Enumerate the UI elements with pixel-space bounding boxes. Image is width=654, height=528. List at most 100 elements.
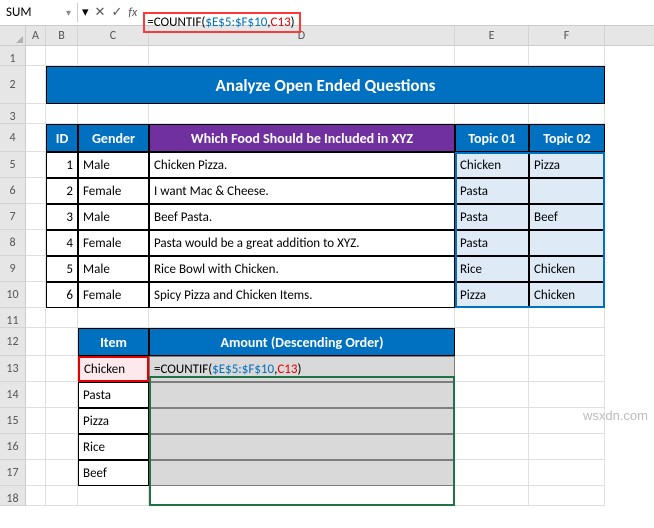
cell[interactable] xyxy=(455,46,529,66)
row-header[interactable]: 4 xyxy=(0,124,26,152)
cell[interactable] xyxy=(26,204,46,230)
cell-item[interactable]: Beef xyxy=(78,460,149,486)
chevron-down-icon[interactable]: ▾ xyxy=(66,6,71,19)
row-header[interactable]: 1 xyxy=(0,46,26,66)
cell-question[interactable]: Chicken Pizza. xyxy=(149,152,455,178)
cell-topic1[interactable]: Pasta xyxy=(455,178,529,204)
cell-id[interactable]: 3 xyxy=(46,204,78,230)
cell[interactable] xyxy=(46,328,78,356)
cell-question[interactable]: Spicy Pizza and Chicken Items. xyxy=(149,282,455,308)
cell-d13-formula[interactable]: =COUNTIF($E$5:$F$10,C13) xyxy=(149,356,455,382)
cell[interactable] xyxy=(455,382,529,408)
cell[interactable] xyxy=(26,104,46,124)
accept-icon[interactable]: ✓ xyxy=(111,5,122,20)
cell[interactable] xyxy=(46,486,78,506)
cell[interactable] xyxy=(26,460,46,486)
cell-topic1[interactable]: Pasta xyxy=(455,204,529,230)
cell[interactable] xyxy=(46,308,78,328)
cell-topic2[interactable]: Chicken xyxy=(529,282,605,308)
cell-topic2[interactable]: Pizza xyxy=(529,152,605,178)
cell[interactable] xyxy=(26,66,46,104)
header-topic2[interactable]: Topic 02 xyxy=(529,124,605,152)
formula-input[interactable]: =COUNTIF($E$5:$F$10,C13) xyxy=(141,11,654,15)
cell-item[interactable]: Pizza xyxy=(78,408,149,434)
cell-item[interactable]: Pasta xyxy=(78,382,149,408)
cell[interactable] xyxy=(455,356,529,382)
cell[interactable] xyxy=(46,434,78,460)
header-topic1[interactable]: Topic 01 xyxy=(455,124,529,152)
cell-gender[interactable]: Male xyxy=(78,152,149,178)
cell[interactable] xyxy=(26,282,46,308)
cell-question[interactable]: Rice Bowl with Chicken. xyxy=(149,256,455,282)
cell-item[interactable]: Rice xyxy=(78,434,149,460)
row-header[interactable]: 12 xyxy=(0,328,26,356)
header-item[interactable]: Item xyxy=(78,328,149,356)
cell[interactable] xyxy=(46,382,78,408)
cell-topic2[interactable]: Chicken xyxy=(529,256,605,282)
cell[interactable] xyxy=(455,328,529,356)
cell[interactable] xyxy=(46,408,78,434)
cell[interactable] xyxy=(529,382,605,408)
col-header-a[interactable]: A xyxy=(26,26,46,45)
cancel-icon[interactable]: ✕ xyxy=(95,5,106,20)
cell-question[interactable]: Beef Pasta. xyxy=(149,204,455,230)
fx-icon[interactable]: fx xyxy=(128,6,137,20)
cell[interactable] xyxy=(26,46,46,66)
header-question[interactable]: Which Food Should be Included in XYZ xyxy=(149,124,455,152)
cell-gender[interactable]: Female xyxy=(78,230,149,256)
cell[interactable] xyxy=(26,230,46,256)
cell[interactable] xyxy=(26,328,46,356)
cell-question[interactable]: Pasta would be a great addition to XYZ. xyxy=(149,230,455,256)
cell-question[interactable]: I want Mac & Cheese. xyxy=(149,178,455,204)
col-header-c[interactable]: C xyxy=(78,26,149,45)
title-cell[interactable]: Analyze Open Ended Questions xyxy=(46,66,605,104)
header-gender[interactable]: Gender xyxy=(78,124,149,152)
spreadsheet-grid[interactable]: 1 2 Analyze Open Ended Questions 3 4 ID … xyxy=(0,46,654,506)
cell[interactable] xyxy=(26,356,46,382)
cell[interactable] xyxy=(46,46,78,66)
cell[interactable] xyxy=(26,256,46,282)
cell-id[interactable]: 4 xyxy=(46,230,78,256)
cell[interactable] xyxy=(529,46,605,66)
header-id[interactable]: ID xyxy=(46,124,78,152)
cell[interactable] xyxy=(46,460,78,486)
row-header[interactable]: 11 xyxy=(0,308,26,328)
cell[interactable] xyxy=(455,104,529,124)
row-header[interactable]: 2 xyxy=(0,66,26,104)
row-header[interactable]: 8 xyxy=(0,230,26,256)
cell[interactable] xyxy=(149,486,455,506)
cell[interactable] xyxy=(78,308,149,328)
row-header[interactable]: 18 xyxy=(0,486,26,506)
row-header[interactable]: 13 xyxy=(0,356,26,382)
cell[interactable] xyxy=(149,46,455,66)
cell-topic1[interactable]: Rice xyxy=(455,256,529,282)
cell[interactable] xyxy=(26,382,46,408)
cell-topic1[interactable]: Chicken xyxy=(455,152,529,178)
row-header[interactable]: 17 xyxy=(0,460,26,486)
cell-id[interactable]: 2 xyxy=(46,178,78,204)
col-header-b[interactable]: B xyxy=(46,26,78,45)
cell[interactable] xyxy=(46,104,78,124)
cell[interactable] xyxy=(26,408,46,434)
cell[interactable] xyxy=(78,104,149,124)
cell[interactable] xyxy=(46,356,78,382)
cell-gender[interactable]: Female xyxy=(78,178,149,204)
cell[interactable] xyxy=(455,408,529,434)
cell-gender[interactable]: Male xyxy=(78,204,149,230)
row-header[interactable]: 16 xyxy=(0,434,26,460)
cell-topic1[interactable]: Pizza xyxy=(455,282,529,308)
row-header[interactable]: 10 xyxy=(0,282,26,308)
cell[interactable] xyxy=(26,152,46,178)
row-header[interactable]: 6 xyxy=(0,178,26,204)
cell-id[interactable]: 5 xyxy=(46,256,78,282)
cell[interactable] xyxy=(26,486,46,506)
cell[interactable] xyxy=(529,356,605,382)
cell[interactable] xyxy=(455,308,529,328)
cell-amount[interactable] xyxy=(149,460,455,486)
cell[interactable] xyxy=(78,486,149,506)
cell[interactable] xyxy=(529,434,605,460)
cell[interactable] xyxy=(26,308,46,328)
cell-item-c13[interactable]: Chicken xyxy=(78,356,149,382)
cell-topic2[interactable] xyxy=(529,230,605,256)
cell-amount[interactable] xyxy=(149,408,455,434)
